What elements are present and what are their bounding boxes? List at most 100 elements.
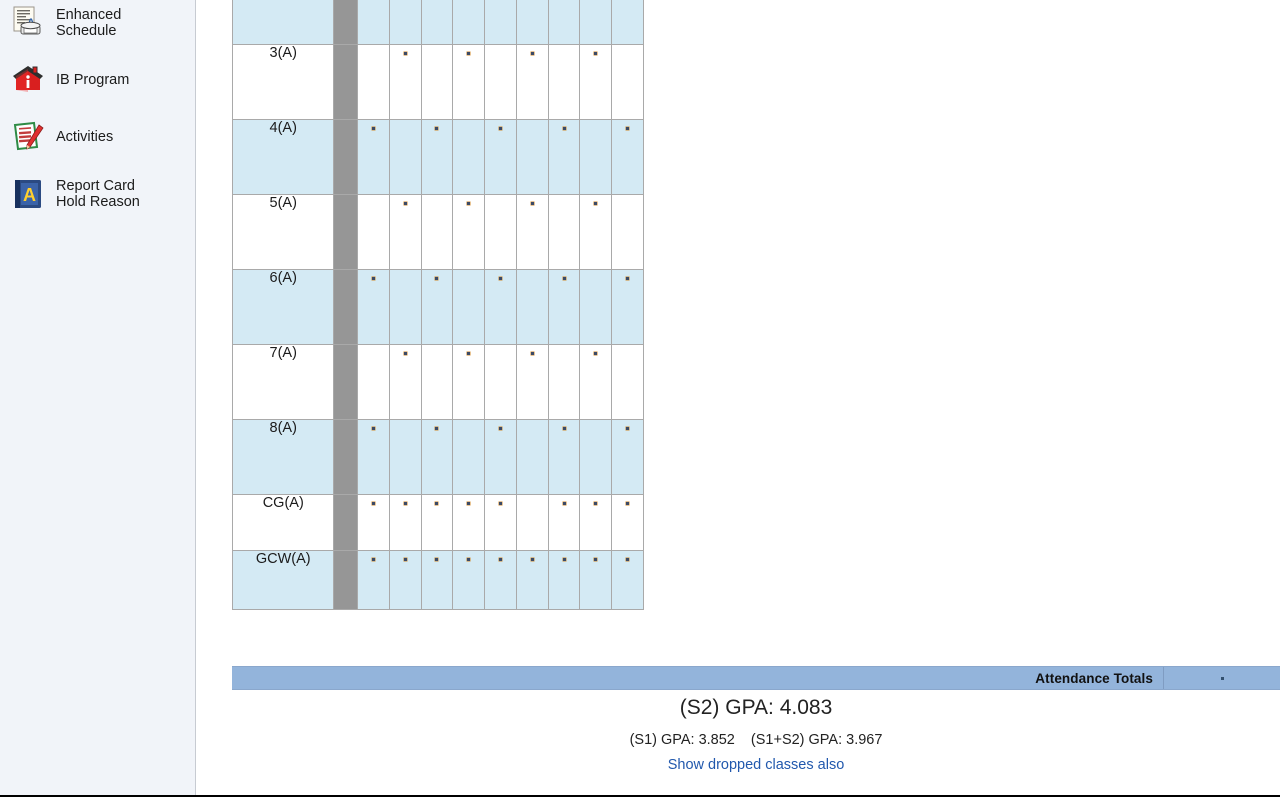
attendance-mark-cell[interactable] (357, 119, 390, 195)
attendance-dot (467, 201, 471, 205)
attendance-mark-cell[interactable] (357, 344, 390, 420)
attendance-mark-cell[interactable] (357, 194, 390, 270)
attendance-mark-cell[interactable] (484, 344, 517, 420)
attendance-mark-cell[interactable] (452, 44, 486, 120)
attendance-mark-cell[interactable] (452, 119, 486, 195)
attendance-dot (403, 501, 407, 505)
attendance-mark-cell[interactable] (547, 194, 581, 270)
attendance-mark-cell[interactable] (388, 494, 422, 551)
attendance-mark-cell[interactable] (547, 44, 581, 120)
attendance-mark-cell[interactable] (388, 419, 422, 495)
attendance-mark-cell[interactable] (452, 194, 486, 270)
attendance-mark-cell[interactable] (611, 44, 644, 120)
attendance-mark-cell[interactable] (547, 344, 581, 420)
attendance-mark-cell[interactable] (611, 269, 644, 345)
attendance-mark-cell[interactable] (515, 269, 549, 345)
attendance-mark-cell[interactable] (484, 419, 517, 495)
attendance-mark-cell[interactable] (611, 550, 644, 610)
attendance-mark-cell[interactable] (484, 194, 517, 270)
attendance-mark-cell[interactable] (484, 44, 517, 120)
attendance-dot (435, 276, 439, 280)
attendance-mark-cell[interactable] (611, 494, 644, 551)
sidebar-item-activities[interactable]: Activities (0, 114, 195, 159)
attendance-mark-cell[interactable] (515, 194, 549, 270)
attendance-mark-cell[interactable] (515, 419, 549, 495)
attendance-mark-cell[interactable] (579, 419, 613, 495)
attendance-mark-cell[interactable] (611, 344, 644, 420)
attendance-mark-cell[interactable] (611, 194, 644, 270)
attendance-mark-cell[interactable] (420, 44, 454, 120)
attendance-mark-cell[interactable] (611, 119, 644, 195)
attendance-mark-cell[interactable] (388, 269, 422, 345)
attendance-mark-cell[interactable] (388, 550, 422, 610)
attendance-mark-cell[interactable] (547, 550, 581, 610)
attendance-mark-cell[interactable] (547, 419, 581, 495)
attendance-mark-cell[interactable] (515, 44, 549, 120)
period-label-cell: CG(A) (231, 494, 335, 551)
attendance-dot (594, 501, 598, 505)
attendance-mark-cell[interactable] (579, 494, 613, 551)
attendance-mark-cell[interactable] (388, 119, 422, 195)
attendance-mark-cell[interactable] (484, 0, 517, 45)
attendance-mark-cell[interactable] (452, 494, 486, 551)
attendance-mark-cell[interactable] (420, 419, 454, 495)
attendance-mark-cell[interactable] (611, 419, 644, 495)
sidebar-item-enhanced-schedule[interactable]: A Enhanced Schedule (0, 0, 195, 45)
attendance-mark-cell[interactable] (357, 550, 390, 610)
attendance-mark-cell[interactable] (452, 419, 486, 495)
attendance-mark-cell[interactable] (484, 550, 517, 610)
attendance-mark-cell[interactable] (515, 550, 549, 610)
attendance-mark-cell[interactable] (388, 44, 422, 120)
attendance-mark-cell[interactable] (515, 0, 549, 45)
sidebar-item-report-card-hold-reason[interactable]: A Report Card Hold Reason (0, 171, 195, 216)
attendance-mark-cell[interactable] (420, 0, 454, 45)
attendance-mark-cell[interactable] (452, 550, 486, 610)
attendance-mark-cell[interactable] (452, 269, 486, 345)
attendance-mark-cell[interactable] (452, 344, 486, 420)
attendance-mark-cell[interactable] (579, 119, 613, 195)
table-gutter (333, 119, 359, 195)
attendance-mark-cell[interactable] (420, 269, 454, 345)
attendance-mark-cell[interactable] (357, 0, 390, 45)
attendance-mark-cell[interactable] (420, 119, 454, 195)
attendance-dot (371, 501, 375, 505)
attendance-mark-cell[interactable] (357, 269, 390, 345)
attendance-mark-cell[interactable] (357, 44, 390, 120)
attendance-mark-cell[interactable] (515, 494, 549, 551)
attendance-dot (498, 426, 502, 430)
sidebar-item-ib-program[interactable]: IB Program (0, 57, 195, 102)
attendance-mark-cell[interactable] (388, 0, 422, 45)
attendance-mark-cell[interactable] (420, 494, 454, 551)
attendance-mark-cell[interactable] (357, 419, 390, 495)
attendance-mark-cell[interactable] (357, 494, 390, 551)
table-row (231, 0, 644, 45)
gpa-secondary-line: (S1) GPA: 3.852 (S1+S2) GPA: 3.967 (232, 732, 1280, 748)
attendance-mark-cell[interactable] (547, 0, 581, 45)
attendance-mark-cell[interactable] (579, 269, 613, 345)
show-dropped-classes-link[interactable]: Show dropped classes also (668, 757, 845, 773)
attendance-mark-cell[interactable] (579, 0, 613, 45)
attendance-mark-cell[interactable] (611, 0, 644, 45)
attendance-mark-cell[interactable] (420, 194, 454, 270)
attendance-mark-cell[interactable] (388, 344, 422, 420)
attendance-mark-cell[interactable] (515, 344, 549, 420)
attendance-mark-cell[interactable] (452, 0, 486, 45)
attendance-mark-cell[interactable] (484, 494, 517, 551)
attendance-mark-cell[interactable] (579, 44, 613, 120)
attendance-mark-cell[interactable] (579, 194, 613, 270)
table-gutter (333, 494, 359, 551)
attendance-dot (403, 201, 407, 205)
attendance-mark-cell[interactable] (547, 119, 581, 195)
attendance-mark-cell[interactable] (515, 119, 549, 195)
attendance-mark-cell[interactable] (420, 344, 454, 420)
attendance-mark-cell[interactable] (484, 269, 517, 345)
attendance-mark-cell[interactable] (420, 550, 454, 610)
attendance-mark-cell[interactable] (579, 344, 613, 420)
attendance-mark-cell[interactable] (388, 194, 422, 270)
table-row: 8(A) (231, 419, 644, 495)
attendance-mark-cell[interactable] (484, 119, 517, 195)
attendance-mark-cell[interactable] (547, 269, 581, 345)
attendance-mark-cell[interactable] (579, 550, 613, 610)
schedule-print-icon: A (10, 5, 46, 41)
attendance-mark-cell[interactable] (547, 494, 581, 551)
